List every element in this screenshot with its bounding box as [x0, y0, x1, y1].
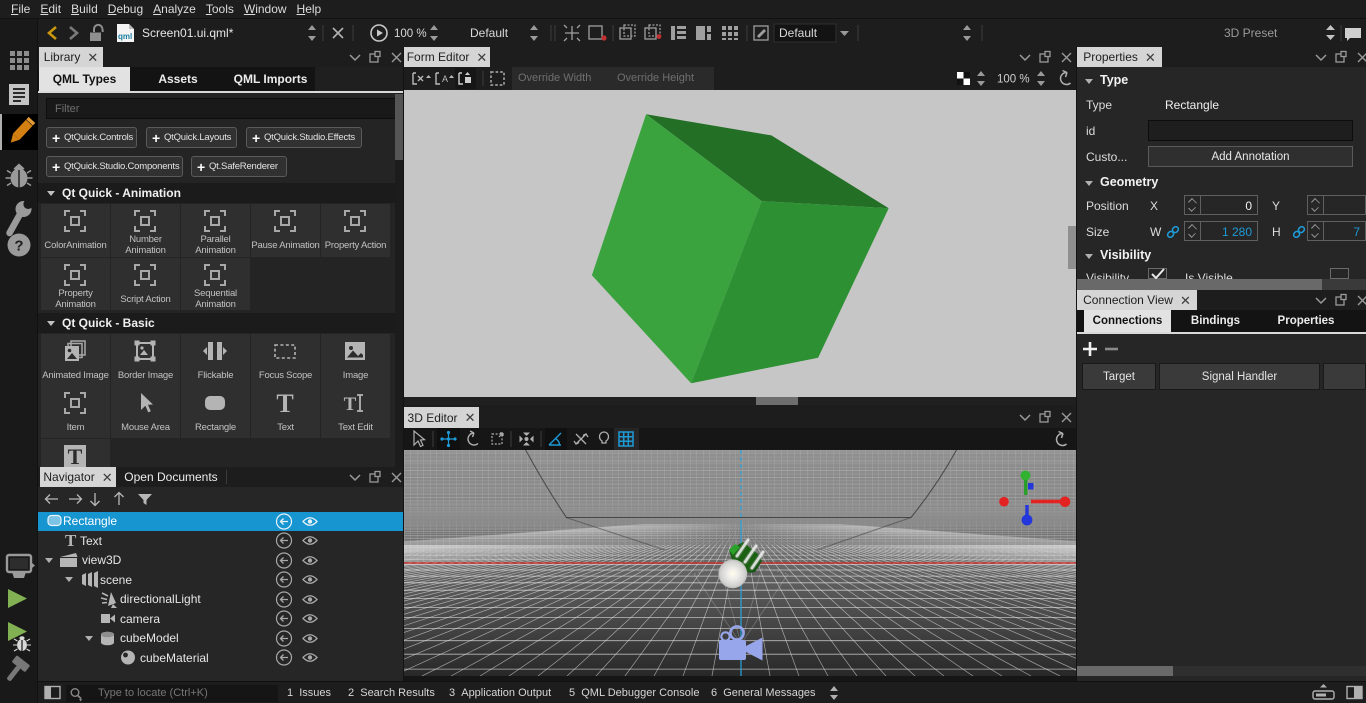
svg-text:T: T — [68, 444, 83, 468]
svg-text:A: A — [442, 74, 448, 84]
svg-text:Default: Default — [779, 26, 818, 40]
svg-text:qml: qml — [118, 32, 132, 41]
svg-text:T: T — [276, 391, 293, 415]
svg-text:Default: Default — [470, 26, 509, 40]
svg-text:?: ? — [14, 238, 23, 255]
svg-text:100 %: 100 % — [997, 74, 1030, 86]
svg-text:100 %: 100 % — [394, 28, 427, 40]
svg-text:T: T — [65, 531, 77, 550]
svg-text:T: T — [344, 394, 357, 415]
svg-text:3D Preset: 3D Preset — [1224, 26, 1278, 40]
svg-text:Screen01.ui.qml*: Screen01.ui.qml* — [142, 26, 234, 40]
